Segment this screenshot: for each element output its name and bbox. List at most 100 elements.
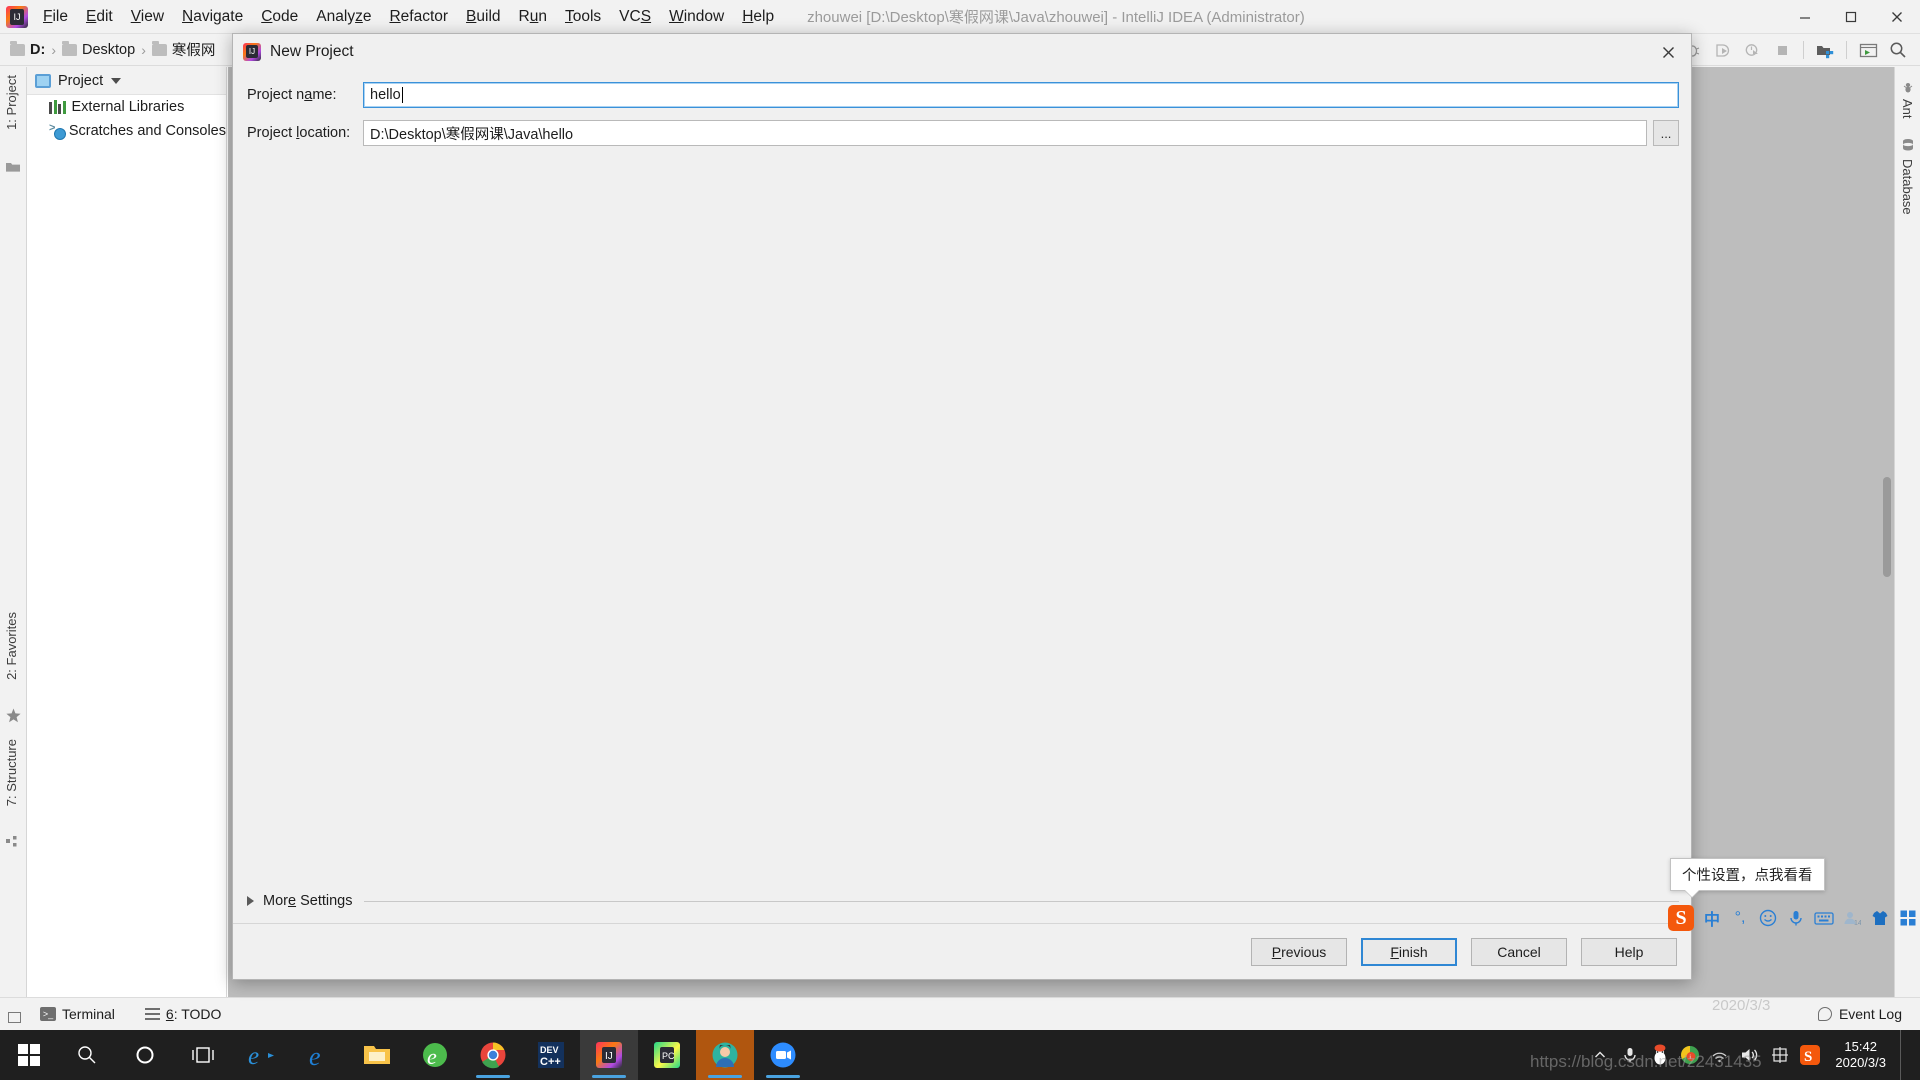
previous-button[interactable]: Previous — [1251, 937, 1347, 966]
edge-button[interactable]: e — [290, 1030, 348, 1080]
menu-file[interactable]: File — [34, 5, 77, 29]
network-icon[interactable] — [1705, 1030, 1735, 1080]
status-todo-button[interactable]: 6: TODO — [144, 1006, 222, 1022]
voice-input-icon[interactable] — [1786, 908, 1806, 928]
intellij-logo-icon: IJ — [243, 43, 261, 61]
breadcrumb-item-desktop[interactable]: Desktop — [61, 40, 135, 58]
menu-refactor[interactable]: Refactor — [380, 5, 457, 29]
internet-explorer-button[interactable]: e — [232, 1030, 290, 1080]
dialog-form: Project name: hello Project location: D:… — [233, 82, 1693, 158]
meeting-button[interactable] — [696, 1030, 754, 1080]
status-event-log-button[interactable]: Event Log — [1817, 1006, 1902, 1022]
ime-indicator-icon[interactable] — [1765, 1030, 1795, 1080]
menu-build[interactable]: Build — [457, 5, 509, 29]
cancel-button[interactable]: Cancel — [1471, 937, 1567, 966]
show-hidden-icons-button[interactable] — [1585, 1030, 1615, 1080]
tree-item-scratches-and-consoles[interactable]: Scratches and Consoles — [27, 119, 226, 143]
folder-icon — [151, 40, 167, 56]
finish-button[interactable]: Finish — [1361, 937, 1457, 966]
stop-icon[interactable] — [1768, 37, 1796, 63]
menu-navigate[interactable]: Navigate — [173, 5, 252, 29]
menu-analyze[interactable]: Analyze — [307, 5, 380, 29]
project-name-input[interactable]: hello — [363, 82, 1679, 108]
pycharm-button[interactable]: PC — [638, 1030, 696, 1080]
menu-vcs[interactable]: VCS — [610, 5, 660, 29]
sogou-logo-icon[interactable]: S — [1668, 905, 1694, 931]
help-button[interactable]: Help — [1581, 937, 1677, 966]
emoji-icon[interactable] — [1758, 908, 1778, 928]
chinese-mode-icon[interactable]: 中 — [1702, 908, 1722, 929]
terminal-icon[interactable] — [1854, 37, 1882, 63]
search-button[interactable] — [58, 1030, 116, 1080]
devcpp-button[interactable]: DEV C++ — [522, 1030, 580, 1080]
sogou-tray-icon[interactable]: S — [1795, 1030, 1825, 1080]
punctuation-mode-icon[interactable]: °, — [1730, 908, 1750, 928]
tree-item-external-libraries[interactable]: External Libraries — [27, 95, 226, 119]
sidebar-item-label: 1: Project — [4, 75, 19, 130]
project-name-label: Project name: — [247, 87, 337, 103]
sidebar-item-favorites[interactable]: 2: Favorites — [4, 612, 19, 680]
360-safe-icon[interactable]: i — [1675, 1030, 1705, 1080]
start-button[interactable] — [0, 1030, 58, 1080]
status-terminal-button[interactable]: >_ Terminal — [40, 1006, 115, 1022]
intellij-idea-button[interactable]: IJ — [580, 1030, 638, 1080]
task-view-button[interactable] — [174, 1030, 232, 1080]
user-icon[interactable]: 14 — [1842, 908, 1862, 928]
volume-icon[interactable] — [1735, 1030, 1765, 1080]
profile-icon[interactable] — [1738, 37, 1766, 63]
project-location-value: D:\Desktop\寒假网课\Java\hello — [370, 126, 574, 143]
qq-icon[interactable] — [1645, 1030, 1675, 1080]
intellij-logo-icon: IJ — [6, 5, 28, 28]
menu-code[interactable]: Code — [252, 5, 307, 29]
breadcrumb-item-drive[interactable]: D: — [10, 40, 45, 58]
menu-help[interactable]: Help — [733, 5, 783, 29]
editor-scrollbar-thumb[interactable] — [1883, 477, 1891, 577]
menu-edit[interactable]: Edit — [77, 5, 122, 29]
soft-keyboard-icon[interactable] — [1814, 908, 1834, 928]
run-with-coverage-icon[interactable] — [1708, 37, 1736, 63]
file-explorer-button[interactable] — [348, 1030, 406, 1080]
video-button[interactable] — [754, 1030, 812, 1080]
sidebar-item-database[interactable]: Database — [1900, 159, 1915, 215]
project-panel-title: Project — [58, 72, 104, 89]
project-structure-icon[interactable] — [1811, 37, 1839, 63]
cortana-button[interactable] — [116, 1030, 174, 1080]
browser-360-button[interactable]: e — [406, 1030, 464, 1080]
menu-view[interactable]: View — [122, 5, 173, 29]
taskbar-clock[interactable]: 15:42 2020/3/3 — [1825, 1039, 1900, 1071]
microphone-icon[interactable] — [1615, 1030, 1645, 1080]
minimize-icon[interactable] — [1782, 0, 1828, 34]
window-controls — [1782, 0, 1920, 34]
chevron-down-icon[interactable] — [111, 77, 122, 84]
svg-text:DEV: DEV — [540, 1045, 559, 1055]
menu-window[interactable]: Window — [660, 5, 733, 29]
screen-root: IJ File Edit View Navigate Code Analyze … — [0, 0, 1920, 1080]
more-settings-label: More Settings — [263, 893, 353, 909]
maximize-icon[interactable] — [1828, 0, 1874, 34]
ime-settings-tooltip: 个性设置，点我看看 — [1670, 858, 1825, 891]
sidebar-item-project[interactable]: 1: Project — [4, 75, 19, 130]
sidebar-item-ant[interactable]: Ant — [1900, 99, 1915, 119]
browse-button[interactable]: ... — [1653, 120, 1679, 146]
close-icon[interactable] — [1874, 0, 1920, 34]
breadcrumb-item-course[interactable]: 寒假网 — [151, 39, 216, 60]
status-toggle-toolwindows-icon[interactable] — [8, 1012, 21, 1023]
project-panel-header[interactable]: Project — [27, 67, 226, 95]
sidebar-item-structure[interactable]: 7: Structure — [4, 739, 19, 806]
more-settings-section[interactable]: More Settings — [247, 893, 1679, 909]
menu-run[interactable]: Run — [510, 5, 556, 29]
skin-icon[interactable] — [1870, 908, 1890, 928]
status-todo-label: 6: TODO — [165, 1006, 222, 1022]
toolbox-icon[interactable] — [1898, 908, 1918, 928]
svg-text:i: i — [1690, 1055, 1691, 1061]
project-location-input[interactable]: D:\Desktop\寒假网课\Java\hello — [363, 120, 1647, 146]
menu-tools[interactable]: Tools — [556, 5, 610, 29]
folder-icon — [61, 40, 77, 56]
sidebar-item-label: Ant — [1900, 99, 1915, 119]
search-icon[interactable] — [1884, 37, 1912, 63]
system-tray: i S 15:42 2020/3/3 — [1585, 1030, 1920, 1080]
show-desktop-button[interactable] — [1900, 1030, 1910, 1080]
close-icon[interactable] — [1651, 38, 1685, 66]
breadcrumb-label: 寒假网 — [171, 43, 216, 59]
chrome-button[interactable] — [464, 1030, 522, 1080]
